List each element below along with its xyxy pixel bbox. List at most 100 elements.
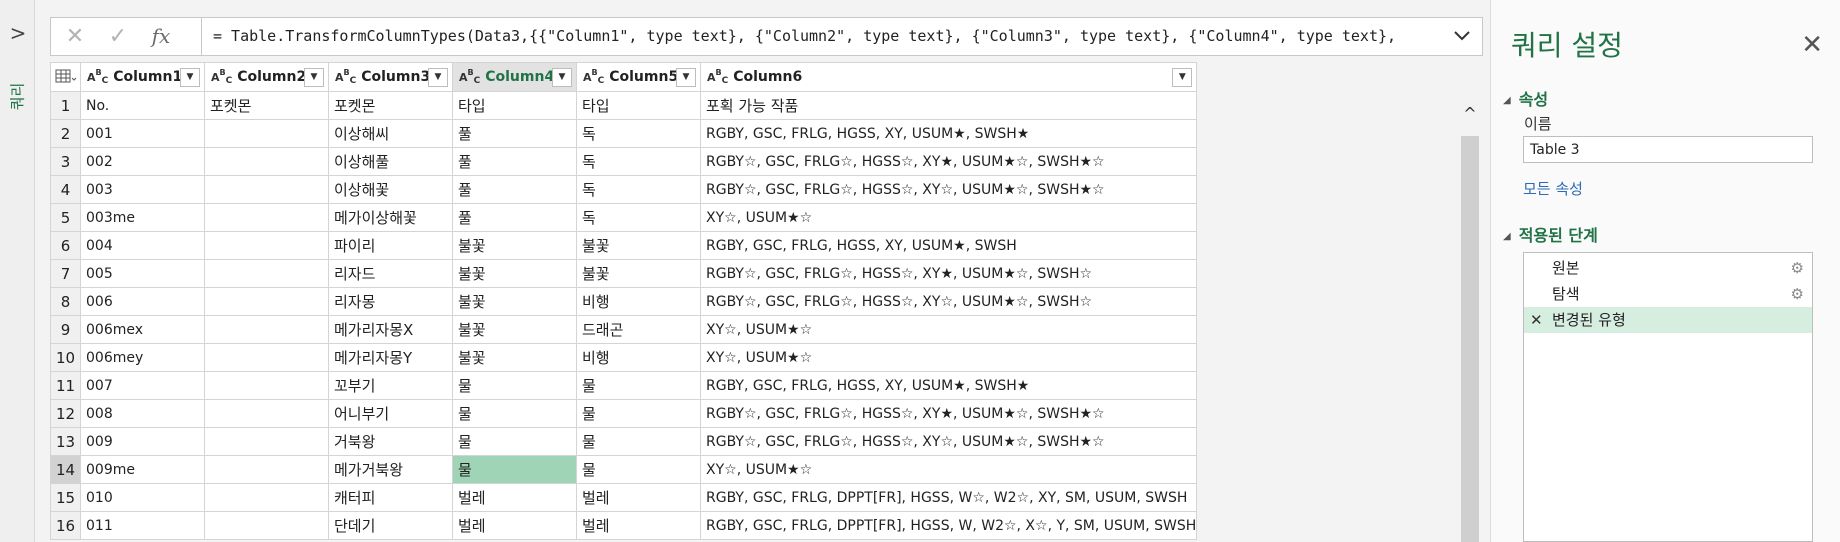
- collapse-triangle-icon[interactable]: ◢: [1503, 95, 1511, 106]
- table-cell[interactable]: [204, 287, 329, 316]
- table-cell[interactable]: [204, 119, 329, 148]
- table-cell[interactable]: 파이리: [328, 231, 453, 260]
- table-cell[interactable]: [204, 175, 329, 204]
- table-cell[interactable]: 불꽃: [452, 231, 577, 260]
- table-cell[interactable]: [204, 231, 329, 260]
- table-cell[interactable]: 008: [80, 399, 205, 428]
- table-cell[interactable]: 004: [80, 231, 205, 260]
- table-cell[interactable]: 010: [80, 483, 205, 512]
- table-cell[interactable]: 001: [80, 119, 205, 148]
- table-cell[interactable]: RGBY, GSC, FRLG, HGSS, XY, USUM★, SWSH★: [699, 119, 1198, 148]
- chevron-right-icon[interactable]: >: [8, 22, 28, 44]
- all-properties-link[interactable]: 모든 속성: [1523, 178, 1583, 199]
- table-cell[interactable]: [204, 259, 329, 288]
- step-navigation[interactable]: 탐색 ⚙: [1524, 281, 1812, 307]
- table-cell[interactable]: [204, 511, 329, 540]
- delete-step-icon[interactable]: ✕: [1530, 307, 1543, 333]
- applied-steps-section-header[interactable]: ◢ 적용된 단계: [1503, 222, 1598, 246]
- insert-function-button[interactable]: fx: [141, 18, 181, 55]
- table-cell[interactable]: 풀: [452, 175, 577, 204]
- table-cell[interactable]: [204, 315, 329, 344]
- text-type-icon[interactable]: ABC: [211, 68, 232, 86]
- text-type-icon[interactable]: ABC: [583, 68, 604, 86]
- table-cell[interactable]: XY☆, USUM★☆: [699, 203, 1198, 232]
- table-cell[interactable]: 005: [80, 259, 205, 288]
- row-number[interactable]: 11: [50, 371, 81, 400]
- table-cell[interactable]: 메가이상해꽃: [328, 203, 453, 232]
- row-number[interactable]: 15: [50, 483, 81, 512]
- collapse-triangle-icon[interactable]: ◢: [1503, 231, 1511, 242]
- table-cell[interactable]: 벌레: [452, 483, 577, 512]
- table-menu-button[interactable]: [50, 62, 81, 92]
- table-cell[interactable]: 리자드: [328, 259, 453, 288]
- filter-dropdown-button[interactable]: ▼: [552, 68, 572, 87]
- table-cell[interactable]: 벌레: [452, 511, 577, 540]
- table-cell[interactable]: 불꽃: [576, 259, 701, 288]
- cancel-formula-button[interactable]: ✕: [55, 18, 95, 55]
- table-cell[interactable]: 타입: [452, 91, 577, 120]
- table-cell[interactable]: XY☆, USUM★☆: [699, 455, 1198, 484]
- column-header-4[interactable]: ABC Column4 ▼: [452, 62, 577, 92]
- row-number[interactable]: 13: [50, 427, 81, 456]
- gear-icon[interactable]: ⚙: [1791, 255, 1804, 281]
- table-cell[interactable]: RGBY☆, GSC, FRLG☆, HGSS☆, XY★, USUM★☆, S…: [699, 259, 1198, 288]
- table-cell[interactable]: [204, 203, 329, 232]
- table-cell[interactable]: 불꽃: [576, 231, 701, 260]
- text-type-icon[interactable]: ABC: [707, 68, 728, 86]
- table-cell[interactable]: 물: [576, 427, 701, 456]
- table-cell[interactable]: 불꽃: [452, 315, 577, 344]
- table-cell[interactable]: 물: [576, 371, 701, 400]
- table-cell[interactable]: 메가리자몽Y: [328, 343, 453, 372]
- table-cell[interactable]: 어니부기: [328, 399, 453, 428]
- text-type-icon[interactable]: ABC: [459, 68, 480, 86]
- table-cell[interactable]: 006mex: [80, 315, 205, 344]
- text-type-icon[interactable]: ABC: [87, 68, 108, 86]
- table-cell[interactable]: RGBY, GSC, FRLG, HGSS, XY, USUM★, SWSH★: [699, 371, 1198, 400]
- table-cell[interactable]: [204, 427, 329, 456]
- table-cell[interactable]: 물: [452, 371, 577, 400]
- filter-dropdown-button[interactable]: ▼: [304, 68, 324, 87]
- table-cell[interactable]: 풀: [452, 119, 577, 148]
- table-cell[interactable]: [204, 371, 329, 400]
- table-cell[interactable]: 단데기: [328, 511, 453, 540]
- table-cell[interactable]: 독: [576, 119, 701, 148]
- table-cell[interactable]: 불꽃: [452, 287, 577, 316]
- table-cell[interactable]: RGBY, GSC, FRLG, DPPT[FR], HGSS, W☆, W2☆…: [699, 483, 1198, 512]
- table-cell[interactable]: 풀: [452, 203, 577, 232]
- table-cell[interactable]: 물: [452, 399, 577, 428]
- table-cell[interactable]: 011: [80, 511, 205, 540]
- table-cell[interactable]: 꼬부기: [328, 371, 453, 400]
- query-name-input[interactable]: Table 3: [1523, 136, 1813, 163]
- table-cell[interactable]: 비행: [576, 343, 701, 372]
- table-cell[interactable]: 물: [452, 455, 577, 484]
- table-cell[interactable]: 비행: [576, 287, 701, 316]
- row-number[interactable]: 1: [50, 91, 81, 120]
- table-cell[interactable]: 이상해꽃: [328, 175, 453, 204]
- table-cell[interactable]: 물: [576, 455, 701, 484]
- table-cell[interactable]: RGBY☆, GSC, FRLG☆, HGSS☆, XY☆, USUM★☆, S…: [699, 427, 1198, 456]
- table-cell[interactable]: 이상해풀: [328, 147, 453, 176]
- formula-expand-button[interactable]: [1452, 18, 1472, 55]
- table-cell[interactable]: RGBY☆, GSC, FRLG☆, HGSS☆, XY★, USUM★☆, S…: [699, 147, 1198, 176]
- row-number[interactable]: 3: [50, 147, 81, 176]
- vertical-scrollbar[interactable]: ^: [1460, 100, 1480, 542]
- table-cell[interactable]: RGBY☆, GSC, FRLG☆, HGSS☆, XY☆, USUM★☆, S…: [699, 287, 1198, 316]
- table-cell[interactable]: [204, 483, 329, 512]
- table-cell[interactable]: 리자몽: [328, 287, 453, 316]
- column-header-3[interactable]: ABC Column3 ▼: [328, 62, 453, 92]
- table-cell[interactable]: 독: [576, 203, 701, 232]
- table-cell[interactable]: 물: [576, 399, 701, 428]
- row-number[interactable]: 8: [50, 287, 81, 316]
- gear-icon[interactable]: ⚙: [1791, 281, 1804, 307]
- table-cell[interactable]: 006: [80, 287, 205, 316]
- text-type-icon[interactable]: ABC: [335, 68, 356, 86]
- column-header-6[interactable]: ABC Column6 ▼: [699, 62, 1198, 92]
- table-cell[interactable]: 불꽃: [452, 343, 577, 372]
- table-cell[interactable]: 물: [452, 427, 577, 456]
- table-cell[interactable]: 벌레: [576, 483, 701, 512]
- step-changed-type[interactable]: ✕ 변경된 유형: [1524, 307, 1812, 333]
- table-cell[interactable]: 009: [80, 427, 205, 456]
- table-cell[interactable]: 007: [80, 371, 205, 400]
- table-cell[interactable]: 003me: [80, 203, 205, 232]
- table-cell[interactable]: 009me: [80, 455, 205, 484]
